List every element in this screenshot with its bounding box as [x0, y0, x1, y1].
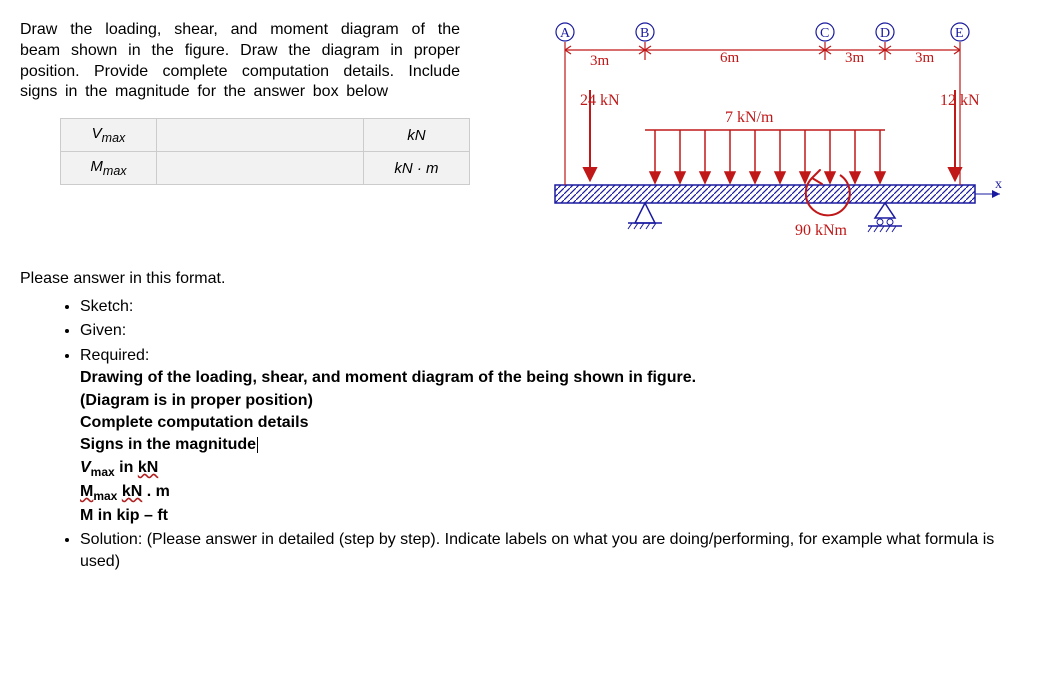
vmax-label: Vmax — [61, 119, 157, 152]
svg-text:E: E — [955, 26, 964, 41]
mmax-value — [156, 152, 363, 185]
table-row: Mmax kN · m — [61, 152, 470, 185]
problem-statement: Draw the loading, shear, and moment diag… — [20, 20, 460, 103]
bullet-given: Given: — [80, 320, 1037, 342]
svg-text:3m: 3m — [845, 50, 865, 66]
mmax-label: Mmax — [61, 152, 157, 185]
svg-text:24 kN: 24 kN — [580, 92, 620, 109]
svg-text:7 kN/m: 7 kN/m — [725, 109, 774, 126]
mmax-unit: kN · m — [363, 152, 469, 185]
svg-text:12 kN: 12 kN — [940, 92, 980, 109]
bullet-required: Required: Drawing of the loading, shear,… — [80, 345, 1037, 527]
vmax-unit: kN — [363, 119, 469, 152]
beam-sketch: x A B — [540, 20, 1010, 250]
svg-text:B: B — [640, 26, 649, 41]
svg-text:3m: 3m — [915, 50, 935, 66]
format-title: Please answer in this format. — [20, 270, 1037, 288]
bullet-solution: Solution: (Please answer in detailed (st… — [80, 529, 1037, 574]
svg-text:6m: 6m — [720, 50, 740, 66]
svg-text:A: A — [560, 26, 571, 41]
svg-text:3m: 3m — [590, 53, 610, 69]
answer-table: Vmax kN Mmax kN · m — [60, 118, 470, 185]
svg-text:D: D — [880, 26, 890, 41]
svg-text:C: C — [820, 26, 829, 41]
svg-text:90 kNm: 90 kNm — [795, 222, 848, 239]
bullet-sketch: Sketch: — [80, 296, 1037, 318]
text-cursor — [257, 437, 258, 453]
x-axis-label: x — [995, 177, 1002, 192]
vmax-value — [156, 119, 363, 152]
table-row: Vmax kN — [61, 119, 470, 152]
